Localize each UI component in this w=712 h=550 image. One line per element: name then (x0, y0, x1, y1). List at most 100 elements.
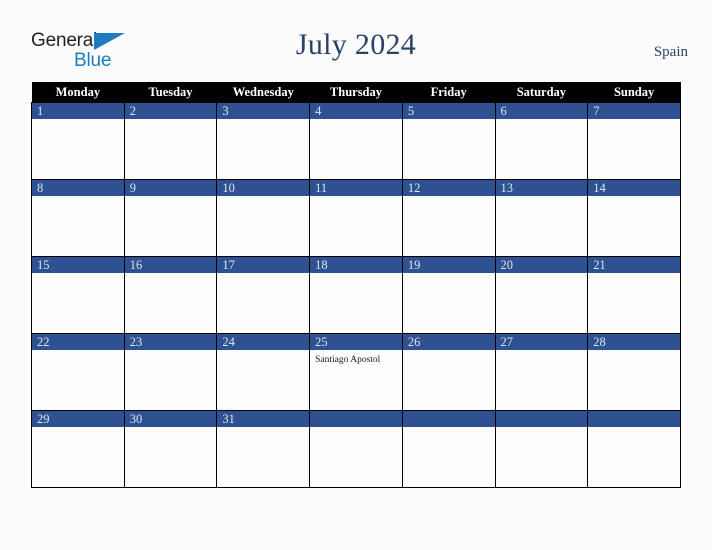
calendar-day-cell[interactable]: 27 (494, 333, 589, 411)
day-number: 21 (593, 258, 606, 272)
day-number: 18 (315, 258, 328, 272)
calendar-day-cell[interactable]: 19 (401, 256, 496, 334)
day-number: 14 (593, 181, 606, 195)
day-cell-content: 27 (495, 334, 588, 410)
calendar-body: 1 2 3 4 5 6 7 8 9 10 11 12 13 14 15 16 17 18 19 20 21 22 23 24 2… (31, 102, 681, 488)
calendar-day-cell[interactable]: 12 (401, 179, 496, 257)
day-number: 16 (129, 258, 143, 272)
calendar-day-cell[interactable]: 4 (309, 102, 403, 180)
day-number-bar (402, 411, 495, 427)
calendar-week-row: 29 30 31 (31, 410, 681, 488)
day-cell-content: 2 (124, 103, 217, 179)
calendar-day-cell[interactable]: 25 Santiago Apostol (309, 333, 403, 411)
day-number-bar: 6 (495, 103, 588, 119)
calendar-day-cell[interactable]: 21 (587, 256, 681, 334)
day-number: 27 (500, 335, 514, 349)
day-cell-content: 10 (217, 180, 310, 256)
day-cell-content: 30 (124, 411, 217, 487)
calendar-day-cell[interactable]: 7 (587, 102, 681, 180)
day-cell-content: 23 (124, 334, 217, 410)
day-number-bar: 17 (217, 257, 310, 273)
weekday-header-tuesday: Tuesday (124, 82, 217, 103)
day-events (588, 273, 680, 277)
calendar-day-cell[interactable] (309, 410, 403, 488)
calendar-day-cell[interactable]: 24 (216, 333, 311, 411)
day-events (496, 119, 588, 123)
day-number-bar: 4 (310, 103, 402, 119)
calendar-day-cell[interactable]: 5 (401, 102, 496, 180)
calendar-day-cell[interactable] (587, 410, 681, 488)
calendar-day-cell[interactable]: 22 (31, 333, 125, 411)
day-number-bar: 2 (124, 103, 217, 119)
day-number-bar: 18 (310, 257, 402, 273)
weekday-header-sunday: Sunday (587, 82, 681, 103)
day-cell-content: 25 Santiago Apostol (310, 334, 402, 410)
day-number: 8 (37, 181, 44, 195)
day-cell-content: 3 (217, 103, 310, 179)
day-number-bar (310, 411, 402, 427)
day-number-bar: 11 (310, 180, 402, 196)
day-number-bar: 31 (217, 411, 310, 427)
day-events (217, 119, 309, 123)
day-cell-content: 22 (32, 334, 124, 410)
day-number: 19 (407, 258, 421, 272)
calendar-day-cell[interactable]: 30 (123, 410, 218, 488)
calendar-day-cell[interactable]: 31 (216, 410, 311, 488)
calendar-week-row: 22 23 24 25 Santiago Apostol 26 27 28 (31, 333, 681, 411)
calendar-day-cell[interactable]: 14 (587, 179, 681, 257)
day-events (32, 350, 124, 354)
day-cell-content: 14 (588, 180, 680, 256)
day-events (496, 273, 588, 277)
day-number-bar: 8 (32, 180, 124, 196)
calendar-day-cell[interactable]: 3 (216, 102, 311, 180)
calendar-day-cell[interactable]: 26 (401, 333, 496, 411)
calendar-day-cell[interactable]: 8 (31, 179, 125, 257)
day-number-bar: 21 (588, 257, 680, 273)
calendar-day-cell[interactable]: 18 (309, 256, 403, 334)
calendar-day-cell[interactable]: 15 (31, 256, 125, 334)
day-number: 2 (129, 104, 136, 118)
calendar-day-cell[interactable]: 28 (587, 333, 681, 411)
calendar-day-cell[interactable]: 29 (31, 410, 125, 488)
calendar-week-row: 1 2 3 4 5 6 7 (31, 102, 681, 180)
calendar-day-cell[interactable]: 16 (123, 256, 218, 334)
day-number-bar: 27 (495, 334, 588, 350)
day-events (125, 196, 217, 200)
calendar-table: Monday Tuesday Wednesday Thursday Friday… (31, 82, 681, 488)
day-cell-content: 18 (310, 257, 402, 333)
calendar-day-cell[interactable] (401, 410, 496, 488)
calendar-day-cell[interactable] (494, 410, 589, 488)
calendar-week-row: 15 16 17 18 19 20 21 (31, 256, 681, 334)
calendar-day-cell[interactable]: 13 (494, 179, 589, 257)
day-events (496, 427, 588, 431)
day-cell-content: 13 (495, 180, 588, 256)
day-number: 13 (500, 181, 514, 195)
calendar-day-cell[interactable]: 9 (123, 179, 218, 257)
calendar-day-cell[interactable]: 20 (494, 256, 589, 334)
calendar-day-cell[interactable]: 11 (309, 179, 403, 257)
weekday-header-wednesday: Wednesday (216, 82, 310, 103)
calendar-page: General Blue July 2024 Spain Monday Tues… (0, 0, 712, 550)
calendar-day-cell[interactable]: 10 (216, 179, 311, 257)
day-cell-content: 28 (588, 334, 680, 410)
day-number: 12 (407, 181, 421, 195)
calendar-day-cell[interactable]: 17 (216, 256, 311, 334)
calendar-day-cell[interactable]: 2 (123, 102, 218, 180)
day-cell-content (310, 411, 402, 487)
calendar-day-cell[interactable]: 1 (31, 102, 125, 180)
day-events (403, 119, 495, 123)
day-events (217, 196, 309, 200)
calendar-day-cell[interactable]: 23 (123, 333, 218, 411)
day-events (496, 350, 588, 354)
day-events (125, 273, 217, 277)
day-cell-content (588, 411, 680, 487)
weekday-header-thursday: Thursday (309, 82, 403, 103)
calendar-day-cell[interactable]: 6 (494, 102, 589, 180)
day-cell-content: 7 (588, 103, 680, 179)
day-number-bar: 14 (588, 180, 680, 196)
page-title: July 2024 (295, 28, 417, 61)
day-number: 3 (222, 104, 229, 118)
day-events (310, 427, 402, 431)
day-cell-content: 26 (402, 334, 495, 410)
day-number-bar: 20 (495, 257, 588, 273)
